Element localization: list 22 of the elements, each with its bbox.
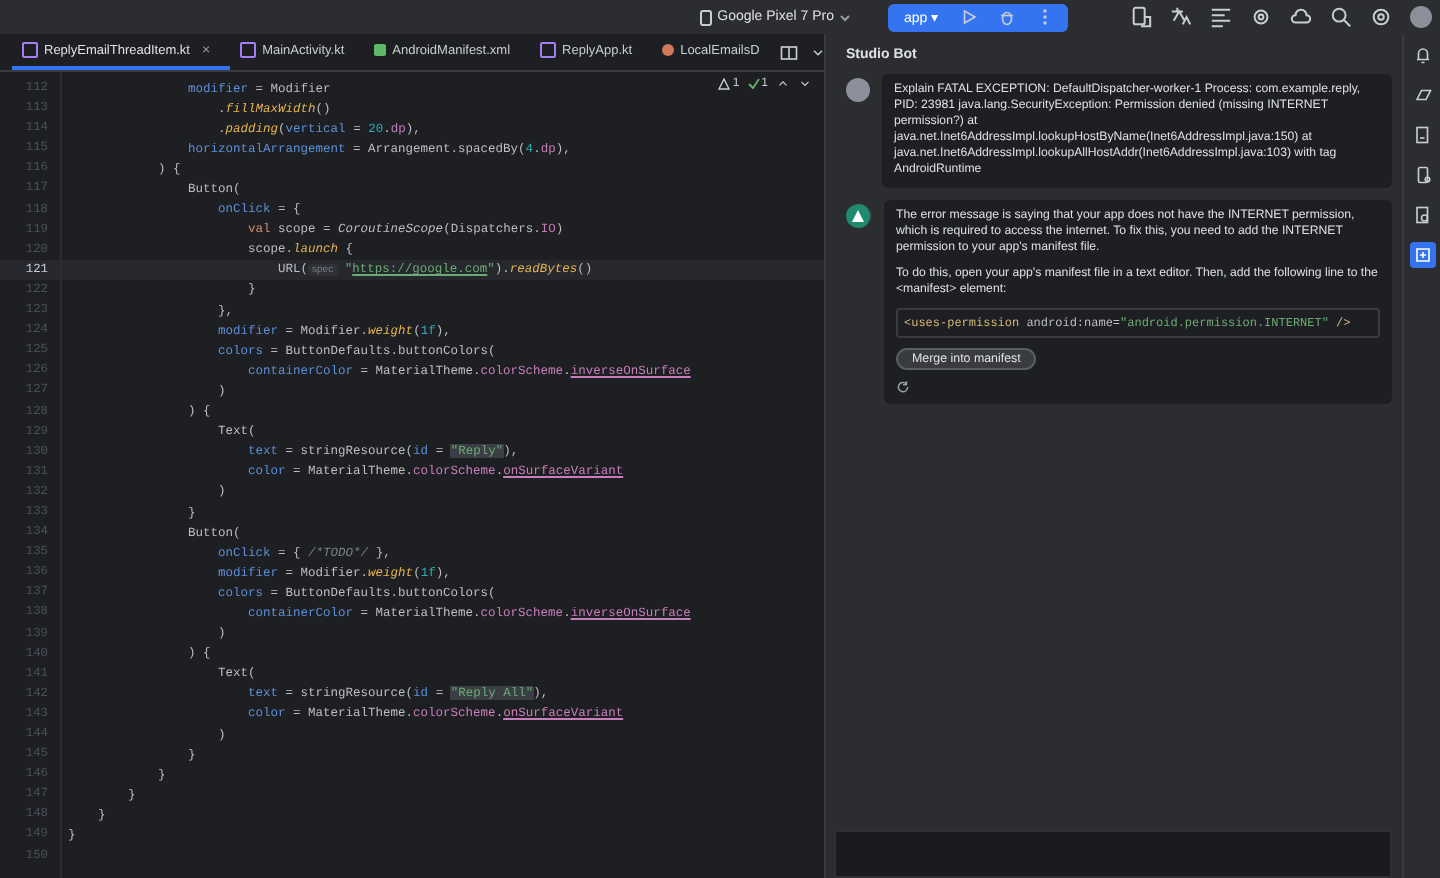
bug-icon[interactable] xyxy=(997,8,1016,26)
document-icon xyxy=(1413,126,1431,144)
split-icon[interactable] xyxy=(779,43,798,61)
settings-icon[interactable] xyxy=(1370,6,1392,28)
chevron-up-icon[interactable] xyxy=(776,76,790,90)
run-icon[interactable] xyxy=(959,8,978,26)
chevron-down-icon[interactable] xyxy=(798,76,812,90)
cloud-icon[interactable] xyxy=(1290,6,1312,28)
device-manager-icon[interactable] xyxy=(1130,6,1152,28)
user-avatar[interactable] xyxy=(1410,6,1432,28)
refresh-icon[interactable] xyxy=(896,380,910,394)
bot-avatar-icon xyxy=(846,204,872,228)
device-icon xyxy=(1413,166,1431,184)
phone-icon xyxy=(699,9,712,25)
list-icon[interactable] xyxy=(1210,6,1232,28)
tool-window-button[interactable] xyxy=(1409,242,1435,268)
inspect-icon xyxy=(1413,206,1431,224)
user-avatar xyxy=(846,78,870,102)
notifications-icon xyxy=(1413,46,1431,64)
chevron-down-icon[interactable] xyxy=(840,13,850,21)
translate-icon[interactable] xyxy=(1170,6,1192,28)
search-icon[interactable] xyxy=(1330,6,1352,28)
